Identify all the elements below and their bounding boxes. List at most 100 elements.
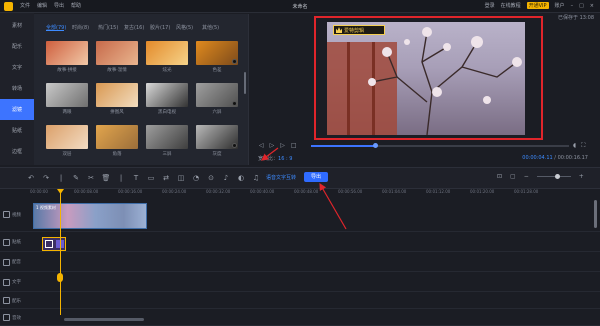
filter-label: 黑白电视 (158, 110, 176, 115)
next-frame-icon[interactable]: ▷ (280, 142, 285, 149)
timeline-ruler[interactable]: 00:00:00 00:00:08.00 00:00:16.00 00:00:24.0… (30, 189, 600, 197)
preview-progress-knob[interactable] (373, 143, 378, 148)
tutorial-link[interactable]: 在线教程 (501, 2, 521, 9)
ruler-tick: 00:01:28.00 (514, 189, 539, 194)
category-tab-6[interactable]: 其他(5) (202, 24, 219, 31)
delete-icon[interactable]: 🗑 (101, 173, 111, 183)
category-tab-4[interactable]: 胶片(17) (150, 24, 170, 31)
zoom-slider[interactable] (536, 174, 571, 179)
track-icon (3, 258, 10, 266)
zoom-out-icon[interactable]: − (524, 173, 529, 180)
fullscreen-icon[interactable]: ⛶ (581, 142, 585, 150)
filter-thumbnail[interactable] (46, 125, 88, 149)
sticker-clip[interactable] (42, 237, 66, 251)
prev-frame-icon[interactable]: ◁ (259, 142, 264, 149)
zoom-in-icon[interactable]: + (579, 173, 584, 180)
category-tab-3[interactable]: 复古(16) (124, 24, 144, 31)
download-icon[interactable] (232, 59, 237, 64)
ruler-tick: 00:00:32.00 (206, 189, 231, 194)
library-scrollbar[interactable] (244, 72, 246, 94)
aspect-ratio[interactable]: 宽高比：16 : 9 (258, 155, 292, 162)
filter-label: 灰度 (212, 152, 222, 157)
filter-library: 全部(79) 时尚(8) 热门(15) 复古(16) 胶片(17) 风格(5) 其他(5) 故… (34, 14, 249, 165)
track-label: 音效 (0, 309, 30, 326)
ruler-tick: 00:00:56.00 (338, 189, 363, 194)
timeline-horizontal-scrollbar[interactable] (64, 318, 144, 321)
video-clip[interactable]: 1 视频素材 (33, 203, 147, 229)
fit-icon[interactable]: ⊡ (497, 173, 502, 180)
track-row-1: 贴纸 (0, 232, 600, 252)
timer-icon[interactable]: ⊙ (206, 173, 216, 183)
category-tab-1[interactable]: 时尚(8) (72, 24, 89, 31)
filter-thumbnail[interactable] (196, 41, 238, 65)
color-icon[interactable]: ◐ (236, 173, 246, 183)
app-window: 文件 编辑 导出 帮助 未命名 登录 在线教程 开通VIP 账户 – □ × 素… (0, 0, 600, 326)
sidebar-item-0[interactable]: 素材 (0, 15, 34, 36)
download-icon[interactable] (232, 101, 237, 106)
filter-thumbnail[interactable] (146, 41, 188, 65)
filter-thumbnail[interactable] (96, 41, 138, 65)
aspect-ratio-label: 宽高比： (258, 156, 279, 162)
minimize-icon[interactable]: – (571, 3, 574, 9)
timeline-vertical-scrollbar[interactable] (594, 200, 597, 228)
play-icon[interactable]: ▷ (270, 142, 275, 149)
filter-label: 两眼 (62, 110, 72, 115)
ruler-tick: 00:00:48.00 (294, 189, 319, 194)
close-icon[interactable]: × (590, 3, 594, 9)
music-icon[interactable]: ♫ (251, 173, 261, 183)
export-button[interactable]: 导出 (304, 172, 328, 182)
save-hint: 已保存于 13:08 (558, 15, 594, 21)
track-row-3: 文字 (0, 272, 600, 292)
vip-button[interactable]: 开通VIP (526, 2, 549, 9)
sidebar-item-5[interactable]: 贴纸 (0, 120, 34, 141)
pen-icon[interactable]: ✎ (71, 173, 81, 183)
sidebar: 素材 配乐 文字 转场 滤镜 贴纸 边框 (0, 13, 34, 165)
stop-icon[interactable]: □ (291, 142, 297, 149)
playhead[interactable] (60, 189, 61, 315)
filter-thumbnail[interactable] (96, 83, 138, 107)
split-icon[interactable]: ◫ (176, 173, 186, 183)
login-link[interactable]: 登录 (485, 2, 495, 9)
sidebar-item-2[interactable]: 文字 (0, 57, 34, 78)
track-row-4: 配乐 (0, 292, 600, 309)
speed-icon[interactable]: ◔ (191, 173, 201, 183)
category-tab-2[interactable]: 热门(15) (98, 24, 118, 31)
undo-icon[interactable]: ↶ (26, 173, 36, 183)
audio-icon[interactable]: ♪ (221, 173, 231, 183)
playhead-marker[interactable] (57, 273, 63, 282)
filter-thumbnail[interactable] (146, 83, 188, 107)
time-total: 00:00:16.17 (557, 155, 588, 161)
redo-icon[interactable]: ↷ (41, 173, 51, 183)
track-icon (3, 278, 10, 286)
filter-thumbnail[interactable] (196, 83, 238, 107)
account-link[interactable]: 账户 (555, 2, 565, 9)
filter-thumbnail[interactable] (46, 83, 88, 107)
preview-progress-fill (311, 145, 376, 147)
track-label: 视频 (0, 197, 30, 232)
filter-thumbnail[interactable] (146, 125, 188, 149)
download-icon[interactable] (232, 143, 237, 148)
filter-thumbnail[interactable] (46, 41, 88, 65)
maximize-icon[interactable]: □ (579, 3, 584, 9)
crop-icon[interactable]: ▭ (146, 173, 156, 183)
ruler-tick: 00:00:00 (30, 189, 48, 194)
aspect-ratio-value: 16 : 9 (278, 156, 293, 162)
swap-icon[interactable]: ⇄ (161, 173, 171, 183)
text-tool-icon[interactable]: T (131, 173, 141, 183)
sidebar-item-6[interactable]: 边框 (0, 141, 34, 162)
ruler-tick: 00:00:40.00 (250, 189, 275, 194)
volume-icon[interactable]: ◖ (573, 142, 576, 150)
filter-thumbnail[interactable] (96, 125, 138, 149)
video-clip-label: 1 视频素材 (36, 205, 56, 210)
speech-text-convert-button[interactable]: 语音文字互转 (266, 174, 296, 181)
ruler-tick: 00:01:20.00 (470, 189, 495, 194)
cut-icon[interactable]: ✂ (86, 173, 96, 183)
track-name: 贴纸 (12, 240, 21, 245)
separator: | (59, 174, 63, 182)
sidebar-item-4[interactable]: 滤镜 (0, 99, 34, 120)
sidebar-item-1[interactable]: 配乐 (0, 36, 34, 57)
sidebar-item-3[interactable]: 转场 (0, 78, 34, 99)
category-tab-5[interactable]: 风格(5) (176, 24, 193, 31)
filter-thumbnail[interactable] (196, 125, 238, 149)
snapshot-icon[interactable]: ▢ (510, 173, 516, 180)
